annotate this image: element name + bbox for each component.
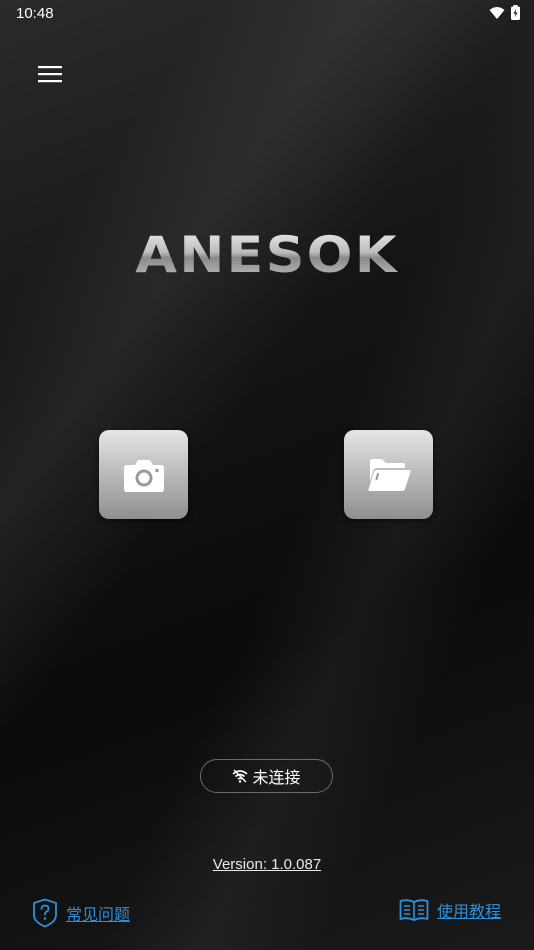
status-icons — [489, 5, 520, 20]
connection-status-label: 未连接 — [252, 770, 301, 787]
brand-logo: ANESOK — [0, 226, 534, 284]
version-link[interactable]: Version: 1.0.087 — [0, 856, 534, 873]
status-bar: 10:48 — [0, 0, 534, 28]
camera-icon — [123, 459, 164, 492]
open-book-icon — [399, 899, 429, 921]
connection-status[interactable]: 未连接 — [200, 759, 333, 793]
menu-button[interactable] — [32, 58, 68, 90]
status-time: 10:48 — [16, 5, 54, 22]
faq-label: 常见问题 — [66, 907, 131, 924]
wifi-off-icon — [232, 769, 249, 783]
folder-open-icon — [367, 458, 411, 491]
wifi-icon — [489, 6, 505, 19]
background — [0, 0, 534, 950]
battery-charging-icon — [511, 5, 520, 20]
hamburger-menu-icon — [38, 66, 62, 83]
camera-button[interactable] — [99, 430, 188, 519]
faq-link[interactable]: 常见问题 — [32, 898, 130, 928]
tutorial-link[interactable]: 使用教程 — [399, 898, 501, 922]
folder-button[interactable] — [344, 430, 433, 519]
help-shield-icon — [33, 898, 57, 928]
tutorial-label: 使用教程 — [436, 904, 501, 921]
